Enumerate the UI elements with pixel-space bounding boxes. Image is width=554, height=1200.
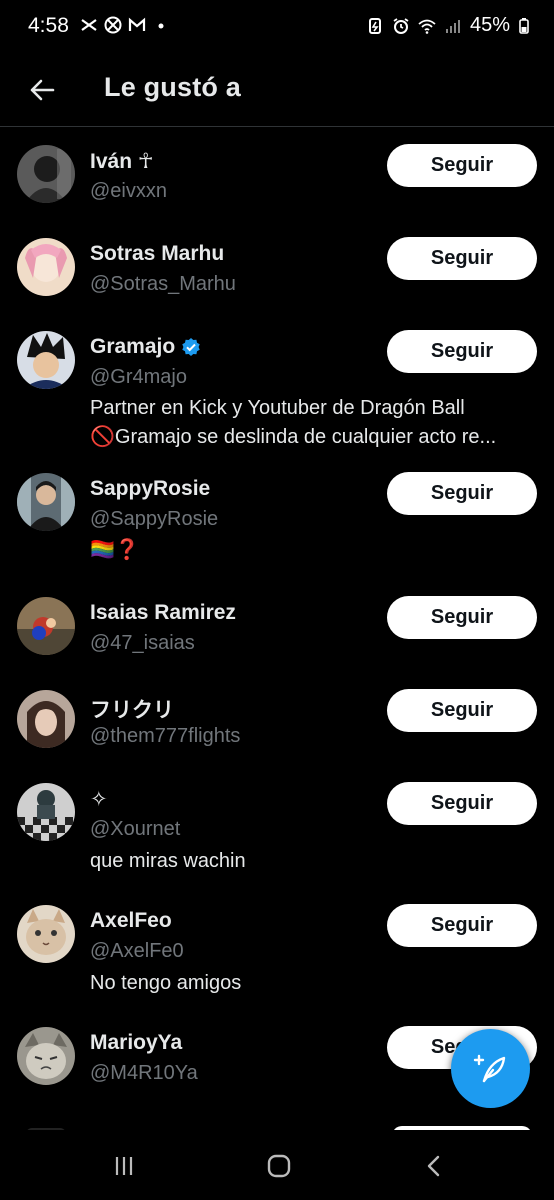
page-title: Le gustó a <box>104 72 242 102</box>
handle: @Xournet <box>90 818 181 840</box>
name-line: AxelFeo <box>90 909 172 933</box>
page-header: Le gustó a <box>0 56 554 127</box>
avatar[interactable] <box>17 597 75 655</box>
battery-percent: 45% <box>469 14 510 36</box>
avatar[interactable] <box>17 331 75 389</box>
compose-post-button[interactable] <box>451 1029 530 1108</box>
name-line: Gramajo <box>90 335 201 359</box>
handle: @SappyRosie <box>90 508 219 530</box>
bio: Partner en Kick y Youtuber de Dragón Bal… <box>90 394 540 452</box>
handle: @eivxxn <box>90 180 167 202</box>
avatar[interactable] <box>17 238 75 296</box>
list-item[interactable]: Gramajo @Gr4majo Partner en Kick y Youtu… <box>0 313 554 465</box>
name-line: フリクリ <box>90 694 174 724</box>
battery-saver-icon <box>368 17 381 34</box>
status-bar: 4:58 45% <box>0 0 554 56</box>
follow-button[interactable]: Seguir <box>387 237 537 280</box>
xbox-icon <box>104 16 122 34</box>
follow-button[interactable]: Seguir <box>387 330 537 373</box>
display-name[interactable]: Gramajo <box>90 335 175 359</box>
list-item[interactable]: Isaias Ramirez @47_isaias Seguir <box>0 589 554 682</box>
bio-line: No tengo amigos <box>90 972 242 994</box>
list-item[interactable]: ✧ @Xournet que miras wachin Seguir <box>0 775 554 897</box>
list-item[interactable]: Iván ☥ @eivxxn Seguir <box>0 127 554 220</box>
bio-line: que miras wachin <box>90 850 246 872</box>
list-item[interactable]: Sotras Marhu @Sotras_Marhu Seguir <box>0 220 554 313</box>
avatar[interactable] <box>17 1027 75 1085</box>
bio: No tengo amigos <box>90 969 540 998</box>
signal-icon <box>445 19 460 33</box>
recent-apps-icon <box>115 1157 133 1175</box>
avatar[interactable] <box>17 145 75 203</box>
display-name[interactable]: ✧ <box>90 787 108 812</box>
display-name[interactable]: Iván ☥ <box>90 149 154 174</box>
follow-button[interactable]: Seguir <box>387 689 537 732</box>
capcut-icon <box>81 19 97 31</box>
avatar[interactable] <box>17 690 75 748</box>
bio-line: 🏳️‍🌈❓ <box>90 539 140 561</box>
arrow-left-icon <box>30 79 55 101</box>
display-name[interactable]: Sotras Marhu <box>90 242 224 266</box>
verified-badge-icon <box>182 338 200 356</box>
compose-post-icon <box>473 1054 505 1082</box>
follow-button[interactable]: Seguir <box>387 472 537 515</box>
list-item[interactable]: SappyRosie @SappyRosie 🏳️‍🌈❓ Seguir <box>0 465 554 589</box>
handle: @them777flights <box>90 725 241 747</box>
handle: @47_isaias <box>90 632 195 654</box>
handle: @Sotras_Marhu <box>90 273 236 295</box>
wifi-icon <box>418 19 436 34</box>
back-icon <box>427 1155 440 1177</box>
recent-apps-button[interactable] <box>104 1148 144 1184</box>
name-line: ✧ <box>90 787 108 812</box>
display-name[interactable]: フリクリ <box>90 694 174 724</box>
user-list: Iván ☥ @eivxxn Seguir Sotras Marhu @Sotr… <box>0 127 554 1112</box>
name-line: Sotras Marhu <box>90 242 224 266</box>
bio: 🏳️‍🌈❓ <box>90 536 540 565</box>
bio: que miras wachin <box>90 847 540 876</box>
display-name[interactable]: SappyRosie <box>90 477 210 501</box>
follow-button[interactable]: Seguir <box>387 144 537 187</box>
status-left-icons <box>80 16 170 34</box>
display-name[interactable]: Isaias Ramirez <box>90 601 236 625</box>
gmail-icon <box>128 17 146 31</box>
system-back-button[interactable] <box>414 1148 454 1184</box>
status-right-icons: 45% <box>366 14 530 37</box>
follow-button[interactable]: Seguir <box>387 596 537 639</box>
display-name[interactable]: MarioyYa <box>90 1031 182 1055</box>
dot-icon <box>158 23 164 29</box>
handle: @M4R10Ya <box>90 1062 198 1084</box>
follow-button[interactable]: Seguir <box>387 904 537 947</box>
home-button[interactable] <box>259 1148 299 1184</box>
bio-line: Partner en Kick y Youtuber de Dragón Bal… <box>90 397 465 419</box>
back-button[interactable] <box>22 70 62 110</box>
follow-button[interactable]: Seguir <box>387 782 537 825</box>
display-name[interactable]: AxelFeo <box>90 909 172 933</box>
name-line: Iván ☥ <box>90 149 154 174</box>
avatar[interactable] <box>17 473 75 531</box>
name-line: Isaias Ramirez <box>90 601 236 625</box>
handle: @AxelFe0 <box>90 940 184 962</box>
avatar[interactable] <box>17 783 75 841</box>
avatar[interactable] <box>17 905 75 963</box>
home-icon <box>267 1154 291 1178</box>
status-time: 4:58 <box>28 14 69 37</box>
list-item[interactable]: フリクリ @them777flights Seguir <box>0 682 554 775</box>
name-line: MarioyYa <box>90 1031 182 1055</box>
list-item[interactable]: AxelFeo @AxelFe0 No tengo amigos Seguir <box>0 897 554 1019</box>
battery-icon <box>519 17 529 34</box>
alarm-icon <box>393 17 409 34</box>
name-line: SappyRosie <box>90 477 210 501</box>
system-nav-bar <box>0 1130 554 1200</box>
bio-line: 🚫Gramajo se deslinda de cualquier acto r… <box>90 426 497 448</box>
handle: @Gr4majo <box>90 366 187 388</box>
